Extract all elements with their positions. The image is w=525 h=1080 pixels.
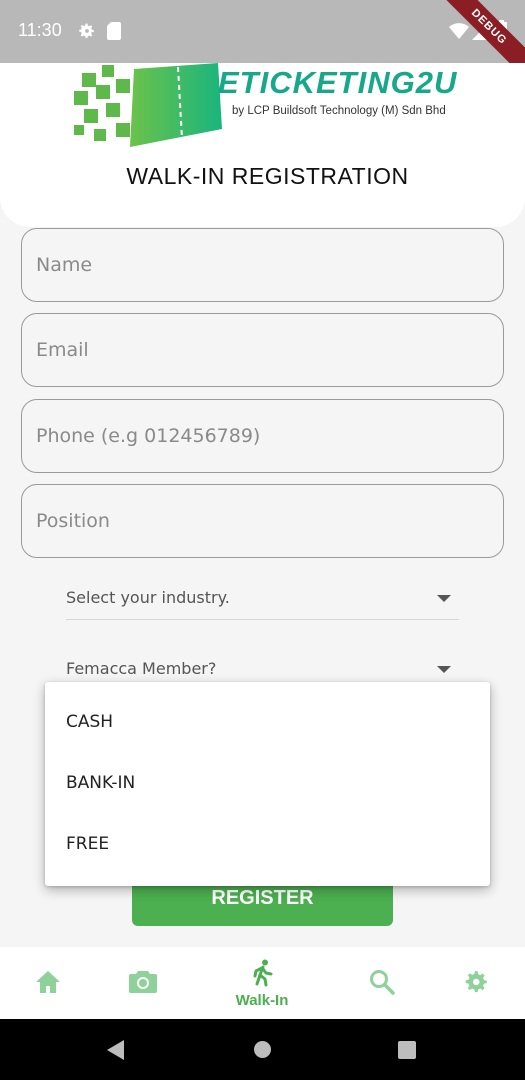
- home-circle-icon[interactable]: [253, 1040, 272, 1059]
- nav-settings[interactable]: [451, 947, 503, 1019]
- name-input[interactable]: [22, 229, 503, 301]
- gear-icon: [78, 22, 96, 44]
- industry-select[interactable]: Select your industry.: [66, 580, 459, 620]
- back-icon[interactable]: [106, 1039, 126, 1061]
- logo-subtitle: by LCP Buildsoft Technology (M) Sdn Bhd: [232, 105, 446, 117]
- nav-search[interactable]: [356, 947, 408, 1019]
- ticket-logo-icon: [74, 63, 222, 147]
- status-time: 11:30: [18, 20, 62, 40]
- settings-icon: [465, 971, 487, 993]
- nav-walk-in[interactable]: Walk-In: [222, 947, 302, 1019]
- position-field[interactable]: [21, 484, 504, 558]
- dropdown-arrow-icon: [437, 666, 451, 673]
- logo-wordmark: ETICKETING2U: [218, 65, 458, 100]
- app-logo: ETICKETING2U by LCP Buildsoft Technology…: [72, 63, 472, 151]
- menu-item-free[interactable]: FREE: [45, 814, 490, 875]
- nav-walk-in-label: Walk-In: [235, 992, 289, 1009]
- industry-select-label: Select your industry.: [66, 588, 230, 607]
- name-field[interactable]: [21, 228, 504, 302]
- page-title: WALK-IN REGISTRATION: [126, 163, 409, 189]
- phone-input[interactable]: [22, 400, 503, 472]
- recents-icon[interactable]: [398, 1041, 416, 1059]
- menu-item-bank-in[interactable]: BANK-IN: [45, 753, 490, 814]
- home-icon: [36, 971, 60, 993]
- system-nav-bar: [0, 1019, 525, 1080]
- email-input[interactable]: [22, 314, 503, 386]
- position-input[interactable]: [22, 485, 503, 557]
- dropdown-arrow-icon: [437, 595, 451, 602]
- camera-icon: [129, 971, 157, 993]
- walk-icon: [253, 959, 273, 987]
- search-icon: [370, 970, 395, 995]
- payment-dropdown-menu: CASH BANK-IN FREE: [45, 682, 490, 886]
- header-card: ETICKETING2U by LCP Buildsoft Technology…: [0, 63, 525, 227]
- member-select-label: Femacca Member?: [66, 659, 217, 678]
- sd-card-icon: [107, 22, 121, 44]
- nav-camera[interactable]: [117, 947, 169, 1019]
- menu-item-cash[interactable]: CASH: [45, 692, 490, 753]
- phone-field[interactable]: [21, 399, 504, 473]
- bottom-nav: Walk-In: [0, 947, 525, 1019]
- nav-home[interactable]: [22, 947, 74, 1019]
- status-bar: 11:30 DEBUG: [0, 0, 525, 85]
- email-field[interactable]: [21, 313, 504, 387]
